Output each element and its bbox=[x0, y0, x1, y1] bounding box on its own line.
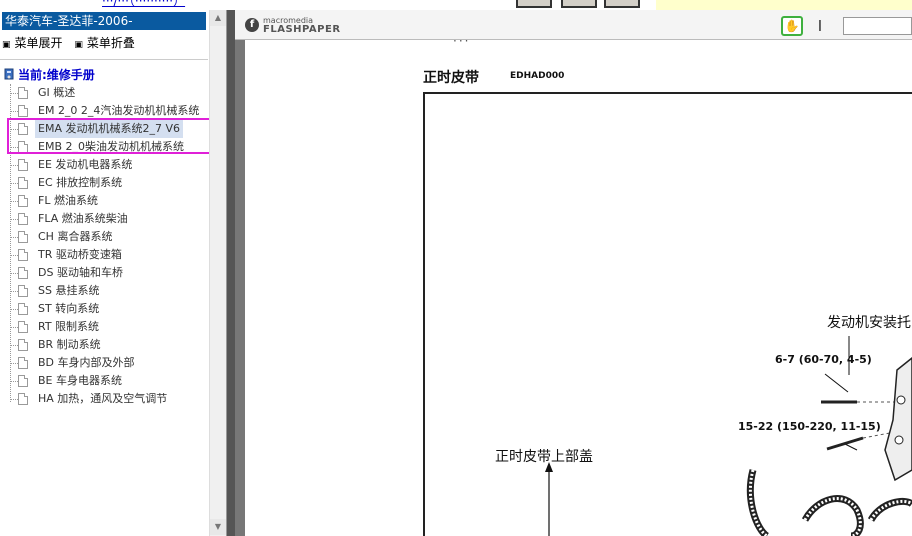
book-icon bbox=[4, 68, 14, 80]
sidebar-title: 华泰汽车-圣达菲-2006- bbox=[2, 12, 206, 30]
tree-item-br[interactable]: BR 制动系统 bbox=[0, 336, 210, 354]
scroll-up-icon[interactable]: ▲ bbox=[210, 10, 226, 26]
tree-item-fla[interactable]: FLA 燃油系统柴油 bbox=[0, 210, 210, 228]
collapse-menu-link[interactable]: 菜单折叠 bbox=[87, 36, 135, 50]
sidebar: 华泰汽车-圣达菲-2006- ▣ 菜单展开 ▣ 菜单折叠 当前:维修手册 GI 概述… bbox=[0, 10, 227, 536]
tree-item-tr[interactable]: TR 驱动桥变速箱 bbox=[0, 246, 210, 264]
document-icon bbox=[18, 339, 28, 351]
tree-item-ec[interactable]: EC 排放控制系统 bbox=[0, 174, 210, 192]
document-icon bbox=[18, 393, 28, 405]
expand-menu-link[interactable]: 菜单展开 bbox=[15, 36, 63, 50]
document-icon bbox=[18, 357, 28, 369]
document-icon bbox=[18, 123, 28, 135]
tree-root-label: 当前:维修手册 bbox=[18, 68, 95, 82]
top-link[interactable]: ···/···（··········） bbox=[102, 0, 185, 9]
tree-item-em[interactable]: EM 2_0 2_4汽油发动机机械系统 bbox=[0, 102, 210, 120]
document-area: ··· 正时皮带 EDHAD000 发动机安装托 6-7 (60-70, 4-5… bbox=[235, 40, 912, 536]
document-icon bbox=[18, 87, 28, 99]
document-icon bbox=[18, 303, 28, 315]
document-icon bbox=[18, 105, 28, 117]
document-viewer: f macromedia FLASHPAPER ✋ I ··· 正时皮带 EDH… bbox=[235, 10, 912, 536]
collapse-icon[interactable]: ▣ bbox=[74, 40, 83, 50]
divider bbox=[0, 59, 208, 60]
document-icon bbox=[18, 231, 28, 243]
document-icon bbox=[18, 195, 28, 207]
brand-large: FLASHPAPER bbox=[263, 24, 341, 35]
document-icon bbox=[18, 141, 28, 153]
document-icon bbox=[18, 285, 28, 297]
page-number-field[interactable] bbox=[843, 17, 912, 35]
tree-item-ss[interactable]: SS 悬挂系统 bbox=[0, 282, 210, 300]
scroll-down-icon[interactable]: ▼ bbox=[210, 519, 226, 535]
tree-item-ema[interactable]: EMA 发动机机械系统2_7 V6 bbox=[0, 120, 210, 138]
tree-item-emb[interactable]: EMB 2_0柴油发动机机械系统 bbox=[0, 138, 210, 156]
tree-item-ds[interactable]: DS 驱动轴和车桥 bbox=[0, 264, 210, 282]
document-icon bbox=[18, 267, 28, 279]
manual-page: ··· 正时皮带 EDHAD000 发动机安装托 6-7 (60-70, 4-5… bbox=[245, 40, 912, 536]
document-icon bbox=[18, 249, 28, 261]
top-strip: ···/···（··········） bbox=[0, 0, 912, 10]
tree-item-gi[interactable]: GI 概述 bbox=[0, 84, 210, 102]
tree-item-rt[interactable]: RT 限制系统 bbox=[0, 318, 210, 336]
toolbar-button-3[interactable] bbox=[604, 0, 640, 8]
toolbar-button-2[interactable] bbox=[561, 0, 597, 8]
menu-controls: ▣ 菜单展开 ▣ 菜单折叠 bbox=[2, 34, 143, 51]
flashpaper-logo-icon: f bbox=[245, 18, 259, 32]
top-yellow-area bbox=[656, 0, 912, 10]
document-icon bbox=[18, 177, 28, 189]
toolbar-button-1[interactable] bbox=[516, 0, 552, 8]
manual-tree: 当前:维修手册 GI 概述 EM 2_0 2_4汽油发动机机械系统 EMA 发动… bbox=[0, 66, 210, 408]
tree-item-be[interactable]: BE 车身电器系统 bbox=[0, 372, 210, 390]
document-icon bbox=[18, 213, 28, 225]
pane-splitter[interactable] bbox=[227, 10, 235, 536]
tree-item-ee[interactable]: EE 发动机电器系统 bbox=[0, 156, 210, 174]
tree-item-st[interactable]: ST 转向系统 bbox=[0, 300, 210, 318]
text-select-icon[interactable]: I bbox=[813, 16, 827, 36]
viewer-toolbar: f macromedia FLASHPAPER ✋ I bbox=[235, 10, 912, 40]
tree-item-ch[interactable]: CH 离合器系统 bbox=[0, 228, 210, 246]
timing-belt-drawing bbox=[545, 336, 912, 536]
sidebar-scrollbar[interactable]: ▲ ▼ bbox=[209, 10, 226, 536]
tree-item-fl[interactable]: FL 燃油系统 bbox=[0, 192, 210, 210]
tree-item-bd[interactable]: BD 车身内部及外部 bbox=[0, 354, 210, 372]
document-icon bbox=[18, 321, 28, 333]
document-icon bbox=[18, 159, 28, 171]
tree-root[interactable]: 当前:维修手册 bbox=[0, 66, 210, 84]
tree-item-ha[interactable]: HA 加热，通风及空气调节 bbox=[0, 390, 210, 408]
hand-tool-icon[interactable]: ✋ bbox=[781, 16, 803, 36]
document-icon bbox=[18, 375, 28, 387]
expand-icon[interactable]: ▣ bbox=[2, 40, 11, 50]
